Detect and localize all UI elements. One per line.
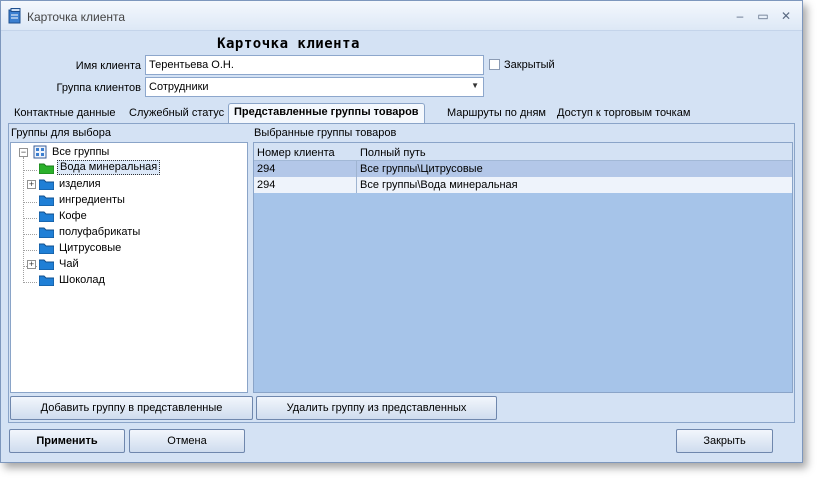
tree-item[interactable]: Вода минеральная [11, 160, 247, 176]
cell-full-path: Все группы\Вода минеральная [360, 179, 518, 191]
folder-icon [39, 179, 54, 190]
expand-icon[interactable]: + [27, 180, 36, 189]
tree-item-label: Вода минеральная [57, 160, 161, 175]
tree-item-label: Цитрусовые [59, 242, 122, 254]
tree-root-label: Все группы [52, 146, 110, 158]
tree-root[interactable]: − Все группы [11, 144, 247, 160]
closed-checkbox[interactable] [489, 59, 500, 70]
tree-item[interactable]: + Чай [11, 256, 247, 272]
minimize-icon[interactable]: – [732, 8, 748, 24]
cell-client-no: 294 [257, 163, 276, 175]
apply-button[interactable]: Применить [9, 429, 125, 453]
column-header-client-no[interactable]: Номер клиента [257, 147, 335, 159]
window-title: Карточка клиента [27, 10, 126, 24]
client-group-select[interactable]: Сотрудники ▼ [145, 77, 484, 97]
add-group-button[interactable]: Добавить группу в представленные [10, 396, 253, 420]
cancel-button[interactable]: Отмена [129, 429, 245, 453]
close-window-icon[interactable]: ✕ [778, 8, 794, 24]
folder-icon [39, 211, 54, 222]
tree-item[interactable]: ингредиенты [11, 192, 247, 208]
collapse-icon[interactable]: − [19, 148, 28, 157]
right-panel-header: Выбранные группы товаров [254, 127, 397, 139]
tree-item-label: полуфабрикаты [59, 226, 141, 238]
client-name-label: Имя клиента [75, 60, 141, 72]
title-bar[interactable]: Карточка клиента – ▭ ✕ [1, 1, 802, 31]
folder-icon [39, 275, 54, 286]
folder-icon [39, 195, 54, 206]
tree-item[interactable]: Шоколад [11, 272, 247, 288]
client-card-window: Карточка клиента – ▭ ✕ Карточка клиента … [0, 0, 803, 463]
tree-item[interactable]: + изделия [11, 176, 247, 192]
tab-service-status[interactable]: Служебный статус [129, 107, 224, 119]
folder-icon [39, 163, 54, 174]
left-panel-header: Группы для выбора [11, 127, 111, 139]
groups-tree[interactable]: − Все группы Вода минеральная + изделия … [10, 142, 248, 393]
cell-client-no: 294 [257, 179, 276, 191]
table-row[interactable]: 294 Все группы\Цитрусовые [254, 161, 792, 177]
tree-item[interactable]: полуфабрикаты [11, 224, 247, 240]
client-group-label: Группа клиентов [56, 82, 142, 94]
app-icon [8, 8, 21, 24]
selected-groups-grid[interactable]: Номер клиента Полный путь 294 Все группы… [253, 142, 793, 393]
table-row[interactable]: 294 Все группы\Вода минеральная [254, 177, 792, 193]
all-groups-icon [33, 145, 47, 159]
tab-contact-data[interactable]: Контактные данные [14, 107, 115, 119]
folder-icon [39, 227, 54, 238]
maximize-icon[interactable]: ▭ [755, 8, 771, 24]
tree-item[interactable]: Кофе [11, 208, 247, 224]
tab-product-groups[interactable]: Представленные группы товаров [228, 103, 425, 125]
tree-item-label: Кофе [59, 210, 87, 222]
tree-item[interactable]: Цитрусовые [11, 240, 247, 256]
chevron-down-icon[interactable]: ▼ [471, 81, 479, 90]
tab-routes-by-day[interactable]: Маршруты по дням [447, 107, 546, 119]
page-title: Карточка клиента [217, 36, 360, 52]
grid-header: Номер клиента Полный путь [254, 143, 792, 161]
client-group-value: Сотрудники [149, 81, 209, 93]
folder-icon [39, 243, 54, 254]
tab-outlet-access[interactable]: Доступ к торговым точкам [557, 107, 690, 119]
expand-icon[interactable]: + [27, 260, 36, 269]
tree-item-label: ингредиенты [59, 194, 125, 206]
tree-item-label: изделия [59, 178, 101, 190]
cell-full-path: Все группы\Цитрусовые [360, 163, 483, 175]
folder-icon [39, 259, 54, 270]
tree-item-label: Шоколад [59, 274, 105, 286]
remove-group-button[interactable]: Удалить группу из представленных [256, 396, 497, 420]
closed-checkbox-label: Закрытый [504, 59, 555, 71]
close-button[interactable]: Закрыть [676, 429, 773, 453]
column-header-full-path[interactable]: Полный путь [360, 147, 426, 159]
tree-item-label: Чай [59, 258, 79, 270]
client-name-input[interactable]: Терентьева О.Н. [145, 55, 484, 75]
